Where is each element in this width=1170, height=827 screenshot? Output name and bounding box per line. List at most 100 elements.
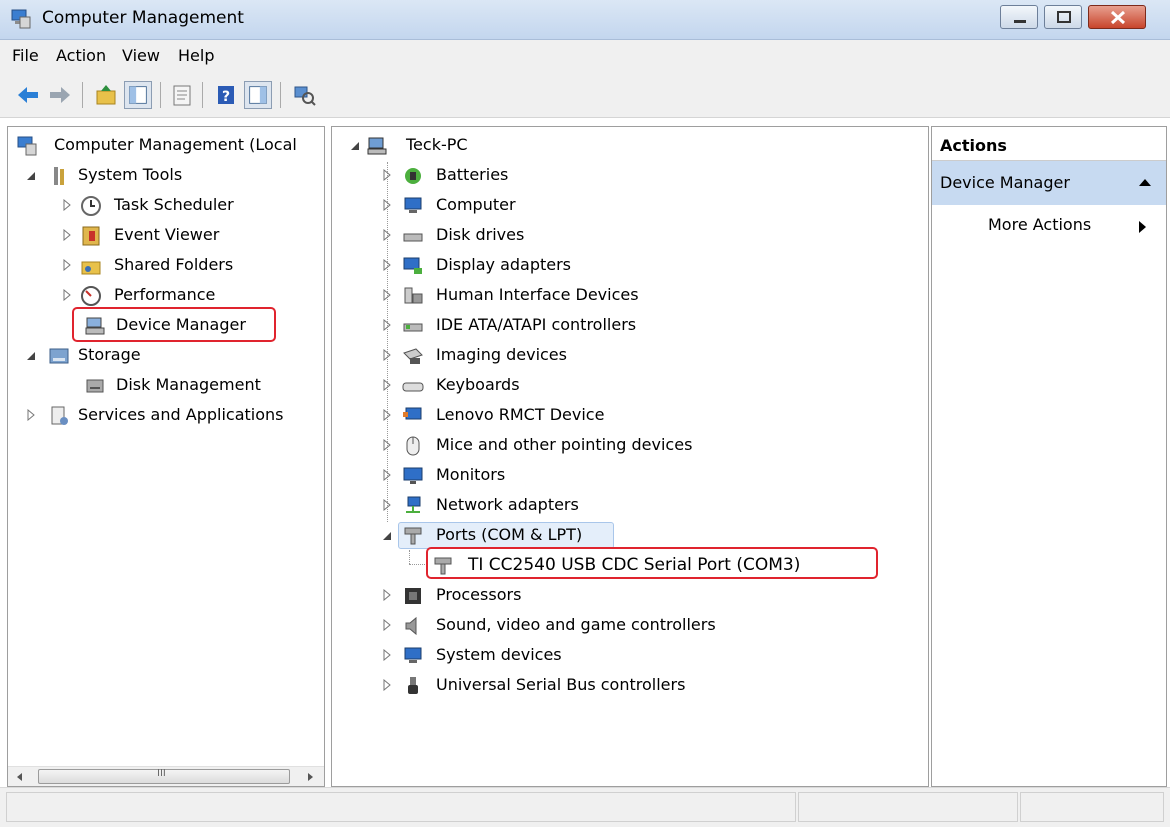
computer-icon [403,407,422,420]
tree-item-label: Disk Management [116,375,261,394]
status-cell [6,792,796,822]
disk-drive-icon [403,233,423,242]
expand-arrow-icon[interactable] [62,289,72,301]
menu-action[interactable]: Action [56,46,106,65]
tree-item-label: Storage [78,345,141,364]
scrollbar-thumb[interactable]: III [38,768,290,784]
device-category-imaging-devices[interactable]: Imaging devices [332,342,928,370]
device-category-ide-ata-atapi-controllers[interactable]: IDE ATA/ATAPI controllers [332,312,928,340]
maximize-button[interactable] [1044,5,1082,29]
properties-icon[interactable] [168,81,196,109]
menu-view[interactable]: View [122,46,160,65]
show-hide-console-tree-icon[interactable] [124,81,152,109]
status-cell [1020,792,1164,822]
expand-arrow-icon[interactable] [26,409,36,421]
expand-arrow-icon[interactable] [382,229,392,241]
device-category-label: Keyboards [436,375,520,394]
tree-item-label: Event Viewer [114,225,220,244]
expand-arrow-icon[interactable] [382,439,392,451]
device-category-lenovo-rmct-device[interactable]: Lenovo RMCT Device [332,402,928,430]
collapse-arrow-icon[interactable] [350,139,360,151]
tree-item-performance[interactable]: Performance [8,282,324,310]
tree-item-shared-folders[interactable]: Shared Folders [8,252,324,280]
device-category-usb-controllers[interactable]: Universal Serial Bus controllers [332,672,928,700]
device-category-label: Monitors [436,465,506,484]
tree-item-computer-management[interactable]: Computer Management (Local [8,132,324,160]
toolbar-separator [160,82,161,108]
toolbar-separator [82,82,83,108]
horizontal-scrollbar[interactable]: III [8,766,324,786]
tree-item-system-tools[interactable]: System Tools [8,162,324,190]
expand-arrow-icon[interactable] [382,319,392,331]
ide-controller-icon [403,323,423,332]
device-category-label: Universal Serial Bus controllers [436,675,686,694]
forward-icon[interactable] [46,81,74,109]
expand-arrow-icon[interactable] [382,349,392,361]
expand-arrow-icon[interactable] [382,289,392,301]
device-category-mice[interactable]: Mice and other pointing devices [332,432,928,460]
device-category-label: Computer [436,195,516,214]
tree-item-services-and-applications[interactable]: Services and Applications [8,402,324,430]
device-category-human-interface-devices[interactable]: Human Interface Devices [332,282,928,310]
device-category-system-devices[interactable]: System devices [332,642,928,670]
close-button[interactable] [1088,5,1146,29]
device-tree[interactable]: Teck-PC Batteries Computer Disk drives D… [331,126,929,787]
console-tree[interactable]: Computer Management (Local System Tools … [7,126,325,787]
expand-arrow-icon[interactable] [382,499,392,511]
more-actions-item[interactable]: More Actions [932,207,1166,241]
device-root-teck-pc[interactable]: Teck-PC [332,132,928,160]
device-category-label: Lenovo RMCT Device [436,405,605,424]
up-folder-icon[interactable] [92,81,120,109]
tree-item-storage[interactable]: Storage [8,342,324,370]
collapse-arrow-icon[interactable] [26,349,36,361]
expand-arrow-icon[interactable] [62,199,72,211]
device-category-disk-drives[interactable]: Disk drives [332,222,928,250]
tree-item-task-scheduler[interactable]: Task Scheduler [8,192,324,220]
expand-arrow-icon[interactable] [62,229,72,241]
scroll-right-icon[interactable] [304,771,316,783]
device-category-computer[interactable]: Computer [332,192,928,220]
back-icon[interactable] [14,81,42,109]
actions-title: Actions [940,136,1007,155]
minimize-button[interactable] [1000,5,1038,29]
collapse-arrow-icon[interactable] [26,169,36,181]
show-hide-action-pane-icon[interactable] [244,81,272,109]
scan-hardware-icon[interactable] [290,81,318,109]
menu-file[interactable]: File [12,46,39,65]
collapse-arrow-icon[interactable] [382,529,392,541]
expand-arrow-icon[interactable] [382,169,392,181]
tree-item-event-viewer[interactable]: Event Viewer [8,222,324,250]
scroll-left-icon[interactable] [14,771,26,783]
hid-icon [404,287,423,304]
device-category-ports[interactable]: Ports (COM & LPT) [332,522,928,550]
device-category-keyboards[interactable]: Keyboards [332,372,928,400]
collapse-up-icon[interactable] [1138,177,1152,187]
maximize-icon [1057,11,1071,23]
expand-arrow-icon[interactable] [382,649,392,661]
expand-arrow-icon[interactable] [382,589,392,601]
menu-bar: File Action View Help [0,40,1170,72]
device-category-sound[interactable]: Sound, video and game controllers [332,612,928,640]
device-category-monitors[interactable]: Monitors [332,462,928,490]
expand-arrow-icon[interactable] [382,679,392,691]
expand-arrow-icon[interactable] [382,619,392,631]
device-category-display-adapters[interactable]: Display adapters [332,252,928,280]
device-category-network-adapters[interactable]: Network adapters [332,492,928,520]
menu-help[interactable]: Help [178,46,214,65]
help-icon[interactable]: ? [212,81,240,109]
actions-section-device-manager[interactable]: Device Manager [932,161,1166,205]
shared-folders-icon [81,261,101,275]
expand-arrow-icon[interactable] [382,409,392,421]
expand-arrow-icon[interactable] [382,259,392,271]
expand-arrow-icon[interactable] [62,259,72,271]
device-category-batteries[interactable]: Batteries [332,162,928,190]
expand-arrow-icon[interactable] [382,379,392,391]
storage-icon [49,348,69,364]
expand-arrow-icon[interactable] [382,469,392,481]
tree-item-disk-management[interactable]: Disk Management [8,372,324,400]
event-viewer-icon [82,226,100,246]
device-category-processors[interactable]: Processors [332,582,928,610]
window-title: Computer Management [42,8,244,28]
expand-arrow-icon[interactable] [382,199,392,211]
close-icon [1110,10,1126,25]
